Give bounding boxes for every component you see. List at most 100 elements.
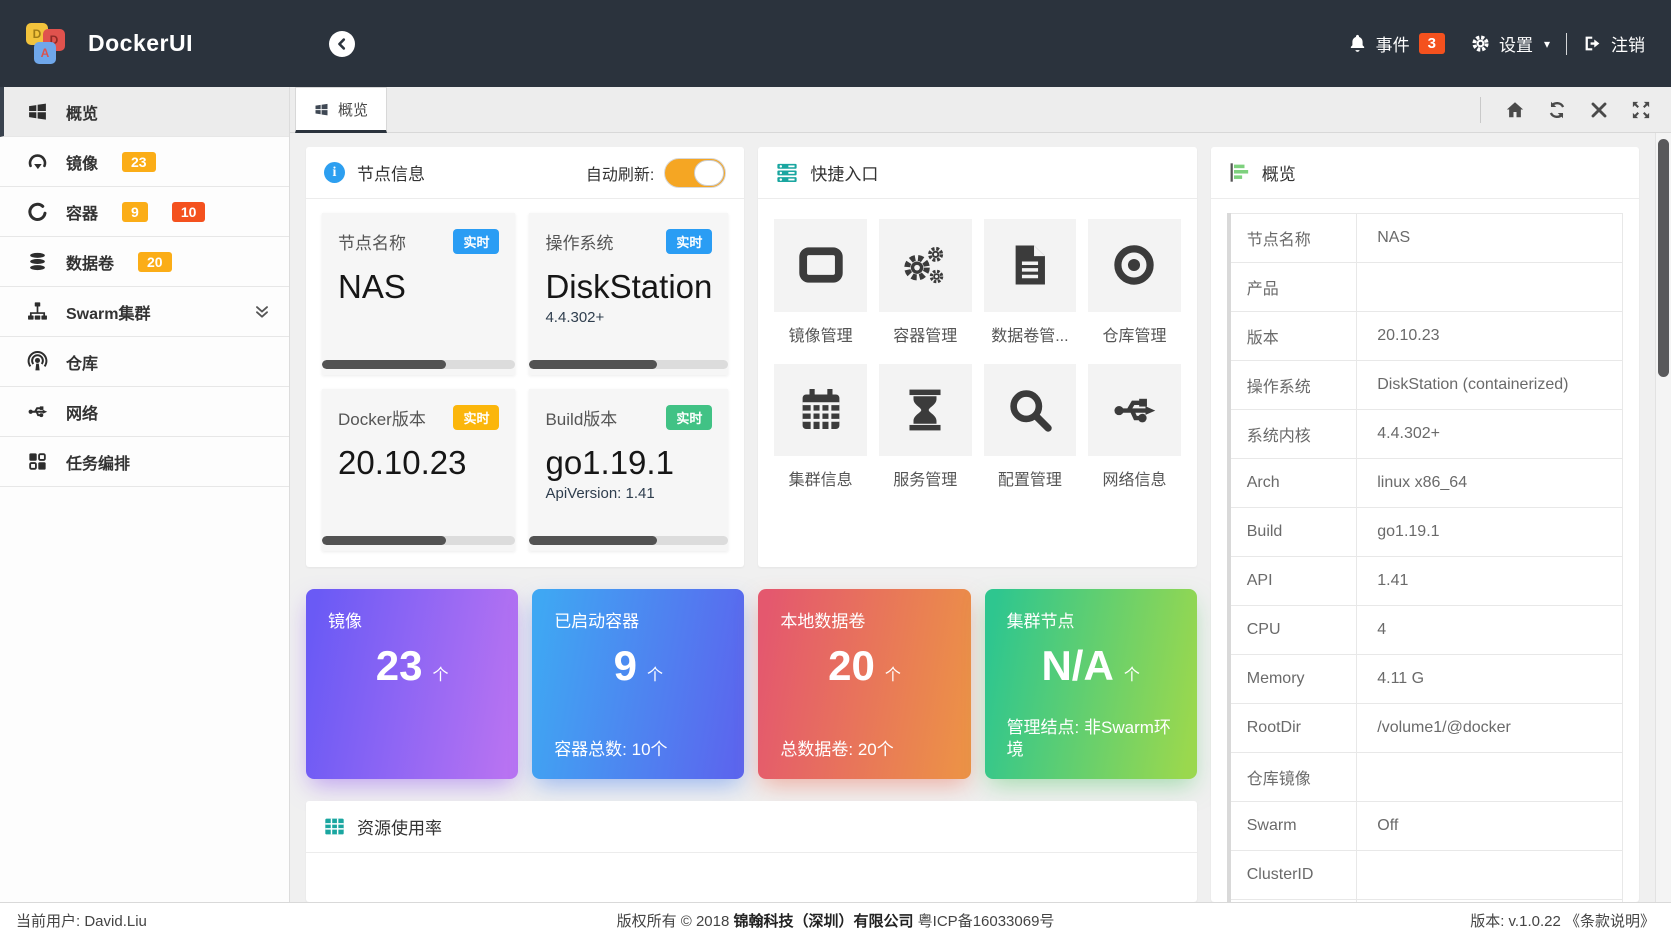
- images-icon: [27, 151, 48, 172]
- realtime-badge: 实时: [453, 405, 499, 430]
- sidebar-item-containers[interactable]: 容器 9 10: [0, 187, 289, 237]
- stat-subtitle: 总数据卷: 20个: [780, 739, 948, 761]
- document-icon: [984, 219, 1077, 312]
- stat-unit: 个: [432, 661, 448, 685]
- tab-controls-divider: [1480, 97, 1481, 123]
- sidebar-item-tasks[interactable]: 任务编排: [0, 437, 289, 487]
- content-area: i 节点信息 自动刷新: 节点名称: [290, 133, 1655, 902]
- table-row: API1.41: [1229, 557, 1623, 606]
- quick-item-image-management[interactable]: 镜像管理: [774, 219, 867, 346]
- quick-item-volume-management[interactable]: 数据卷管...: [984, 219, 1077, 346]
- podcast-icon: [27, 351, 48, 372]
- sidebar-item-label: 概览: [66, 100, 98, 124]
- card-title: 操作系统: [545, 229, 613, 254]
- card-subvalue: 4.4.302+: [545, 309, 712, 326]
- stat-card-images[interactable]: 镜像 23个: [306, 589, 518, 779]
- settings-menu[interactable]: 设置 ▾: [1471, 31, 1550, 56]
- overview-table: 节点名称NAS 产品 版本20.10.23 操作系统DiskStation (c…: [1227, 213, 1623, 902]
- checkerboard-icon: [27, 451, 48, 472]
- bar-chart-icon: [1229, 162, 1250, 183]
- quick-item-config-management[interactable]: 配置管理: [984, 364, 1077, 491]
- tab-label: 概览: [338, 99, 368, 120]
- app-logo: D D A: [26, 20, 74, 68]
- sidebar-item-registry[interactable]: 仓库: [0, 337, 289, 387]
- sidebar-item-swarm[interactable]: Swarm集群: [0, 287, 289, 337]
- navbar-divider: [1566, 33, 1567, 55]
- quick-item-service-management[interactable]: 服务管理: [879, 364, 972, 491]
- top-navbar: D D A DockerUI 事件 3 设置 ▾ 注销: [0, 0, 1671, 87]
- card-subvalue: ApiVersion: 1.41: [545, 485, 712, 502]
- progress-bar: [529, 536, 728, 545]
- stat-card-running-containers[interactable]: 已启动容器 9个 容器总数: 10个: [532, 589, 744, 779]
- stats-row: 镜像 23个 已启动容器 9个 容器总数: 10个 本地数据卷 20个: [306, 589, 1197, 779]
- sidebar-item-images[interactable]: 镜像 23: [0, 137, 289, 187]
- sidebar-item-network[interactable]: 网络: [0, 387, 289, 437]
- card-value: NAS: [338, 270, 499, 305]
- os-card: 操作系统 实时 DiskStation 4.4.302+: [529, 213, 728, 375]
- scrollbar-thumb[interactable]: [1658, 139, 1669, 377]
- progress-bar: [322, 360, 515, 369]
- auto-refresh-toggle[interactable]: [664, 158, 726, 188]
- sidebar-item-label: 镜像: [66, 150, 98, 174]
- toggle-knob: [694, 160, 724, 186]
- events-menu[interactable]: 事件 3: [1348, 31, 1445, 56]
- stat-value: 23: [376, 642, 423, 690]
- sitemap-icon: [27, 301, 48, 322]
- windows-icon: [314, 102, 329, 117]
- footer: 当前用户: David.Liu 版权所有 © 2018 锦翰科技（深圳）有限公司…: [0, 902, 1671, 937]
- table-row: Archlinux x86_64: [1229, 459, 1623, 508]
- target-icon: [1088, 219, 1181, 312]
- server-stack-icon: [776, 162, 798, 184]
- table-row: 节点名称NAS: [1229, 214, 1623, 263]
- card-title: Docker版本: [338, 405, 426, 430]
- stat-card-local-volumes[interactable]: 本地数据卷 20个 总数据卷: 20个: [758, 589, 970, 779]
- terms-link[interactable]: 《条款说明》: [1565, 913, 1655, 930]
- refresh-icon: [1547, 100, 1567, 120]
- right-column: 概览 节点名称NAS 产品 版本20.10.23 操作系统DiskStation…: [1211, 147, 1639, 902]
- close-tab-button[interactable]: [1589, 100, 1609, 120]
- tab-overview[interactable]: 概览: [295, 87, 387, 133]
- hourglass-icon: [879, 364, 972, 457]
- table-row: 仓库镜像: [1229, 753, 1623, 802]
- card-value: 20.10.23: [338, 446, 499, 481]
- quick-item-registry-management[interactable]: 仓库管理: [1088, 219, 1181, 346]
- images-count-badge: 23: [122, 152, 156, 172]
- current-user: 当前用户: David.Liu: [16, 910, 147, 931]
- usb-icon: [1088, 364, 1181, 457]
- sidebar-collapse-button[interactable]: [329, 31, 355, 57]
- stat-value: 9: [614, 642, 637, 690]
- sidebar-item-overview[interactable]: 概览: [0, 87, 289, 137]
- card-title: Build版本: [545, 405, 617, 430]
- node-name-card: 节点名称 实时 NAS: [322, 213, 515, 375]
- stat-unit: 个: [647, 661, 663, 685]
- panel-title: 资源使用率: [357, 814, 442, 839]
- home-icon: [1505, 100, 1525, 120]
- quick-item-cluster-info[interactable]: 集群信息: [774, 364, 867, 491]
- refresh-button[interactable]: [1547, 100, 1567, 120]
- search-icon: [984, 364, 1077, 457]
- panel-title: 节点信息: [357, 160, 425, 185]
- logo-tile-blue: A: [34, 42, 56, 64]
- fullscreen-button[interactable]: [1631, 100, 1651, 120]
- database-icon: [27, 251, 48, 272]
- stat-subtitle: 容器总数: 10个: [554, 739, 722, 761]
- home-button[interactable]: [1505, 100, 1525, 120]
- dockerui-app: D D A DockerUI 事件 3 设置 ▾ 注销: [0, 0, 1671, 937]
- sidebar-item-volumes[interactable]: 数据卷 20: [0, 237, 289, 287]
- quick-entry-panel: 快捷入口 镜像管理 容器管理: [758, 147, 1196, 567]
- windows-icon: [27, 101, 48, 122]
- logout-label: 注销: [1611, 31, 1645, 56]
- calendar-icon: [774, 364, 867, 457]
- stat-card-cluster-nodes[interactable]: 集群节点 N/A个 管理结点: 非Swarm环境: [985, 589, 1197, 779]
- quick-item-container-management[interactable]: 容器管理: [879, 219, 972, 346]
- logout-button[interactable]: 注销: [1583, 31, 1645, 56]
- volumes-count-badge: 20: [138, 252, 172, 272]
- scrollbar-track[interactable]: [1655, 133, 1671, 902]
- realtime-badge: 实时: [666, 405, 712, 430]
- card-value: go1.19.1: [545, 446, 712, 481]
- table-row: CPU4: [1229, 606, 1623, 655]
- quick-item-network-info[interactable]: 网络信息: [1088, 364, 1181, 491]
- chevron-double-down-icon: [253, 303, 271, 321]
- expand-icon: [1631, 100, 1651, 120]
- sidebar-item-label: 数据卷: [66, 250, 114, 274]
